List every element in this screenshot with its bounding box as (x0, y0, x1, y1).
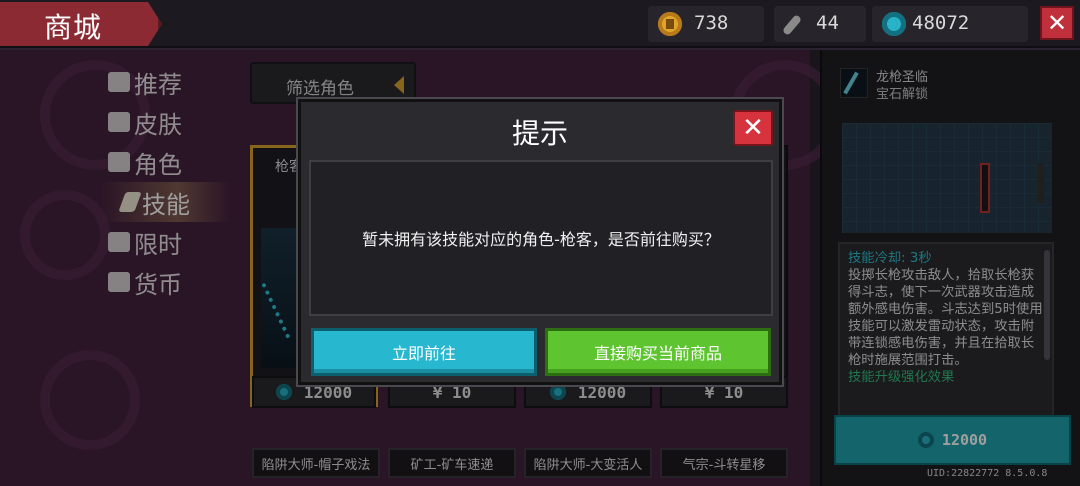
feather-icon (784, 12, 808, 36)
dialog-title: 提示 (511, 117, 568, 150)
go-now-button[interactable]: 立即前往 (311, 328, 537, 376)
shop-close-button[interactable]: ✕ (1040, 6, 1074, 40)
prompt-dialog: 提示 ✕ 暂未拥有该技能对应的角色-枪客，是否前往购买？ 立即前往 直接购买当前… (298, 99, 782, 385)
close-icon: ✕ (1046, 9, 1068, 37)
gold-coin-value: 738 (694, 12, 729, 34)
shop-title-banner: 商城 (0, 2, 162, 46)
gem-value: 48072 (912, 12, 970, 34)
close-icon: ✕ (742, 113, 764, 143)
gold-coin-counter: 738 (648, 6, 764, 42)
buy-directly-label: 直接购买当前商品 (593, 344, 722, 363)
page-title: 商城 (44, 11, 103, 44)
feather-value: 44 (816, 12, 839, 34)
dialog-close-button[interactable]: ✕ (733, 110, 773, 146)
gold-coin-icon (658, 12, 682, 36)
gem-counter: 48072 (872, 6, 1028, 42)
top-bar: 商城 738 44 48072 ✕ (0, 0, 1080, 48)
dialog-message: 暂未拥有该技能对应的角色-枪客，是否前往购买？ (362, 230, 720, 249)
feather-counter: 44 (774, 6, 866, 42)
buy-directly-button[interactable]: 直接购买当前商品 (545, 328, 771, 376)
go-now-label: 立即前往 (391, 344, 456, 363)
dialog-body: 暂未拥有该技能对应的角色-枪客，是否前往购买？ (309, 160, 773, 316)
gem-icon (882, 12, 906, 36)
